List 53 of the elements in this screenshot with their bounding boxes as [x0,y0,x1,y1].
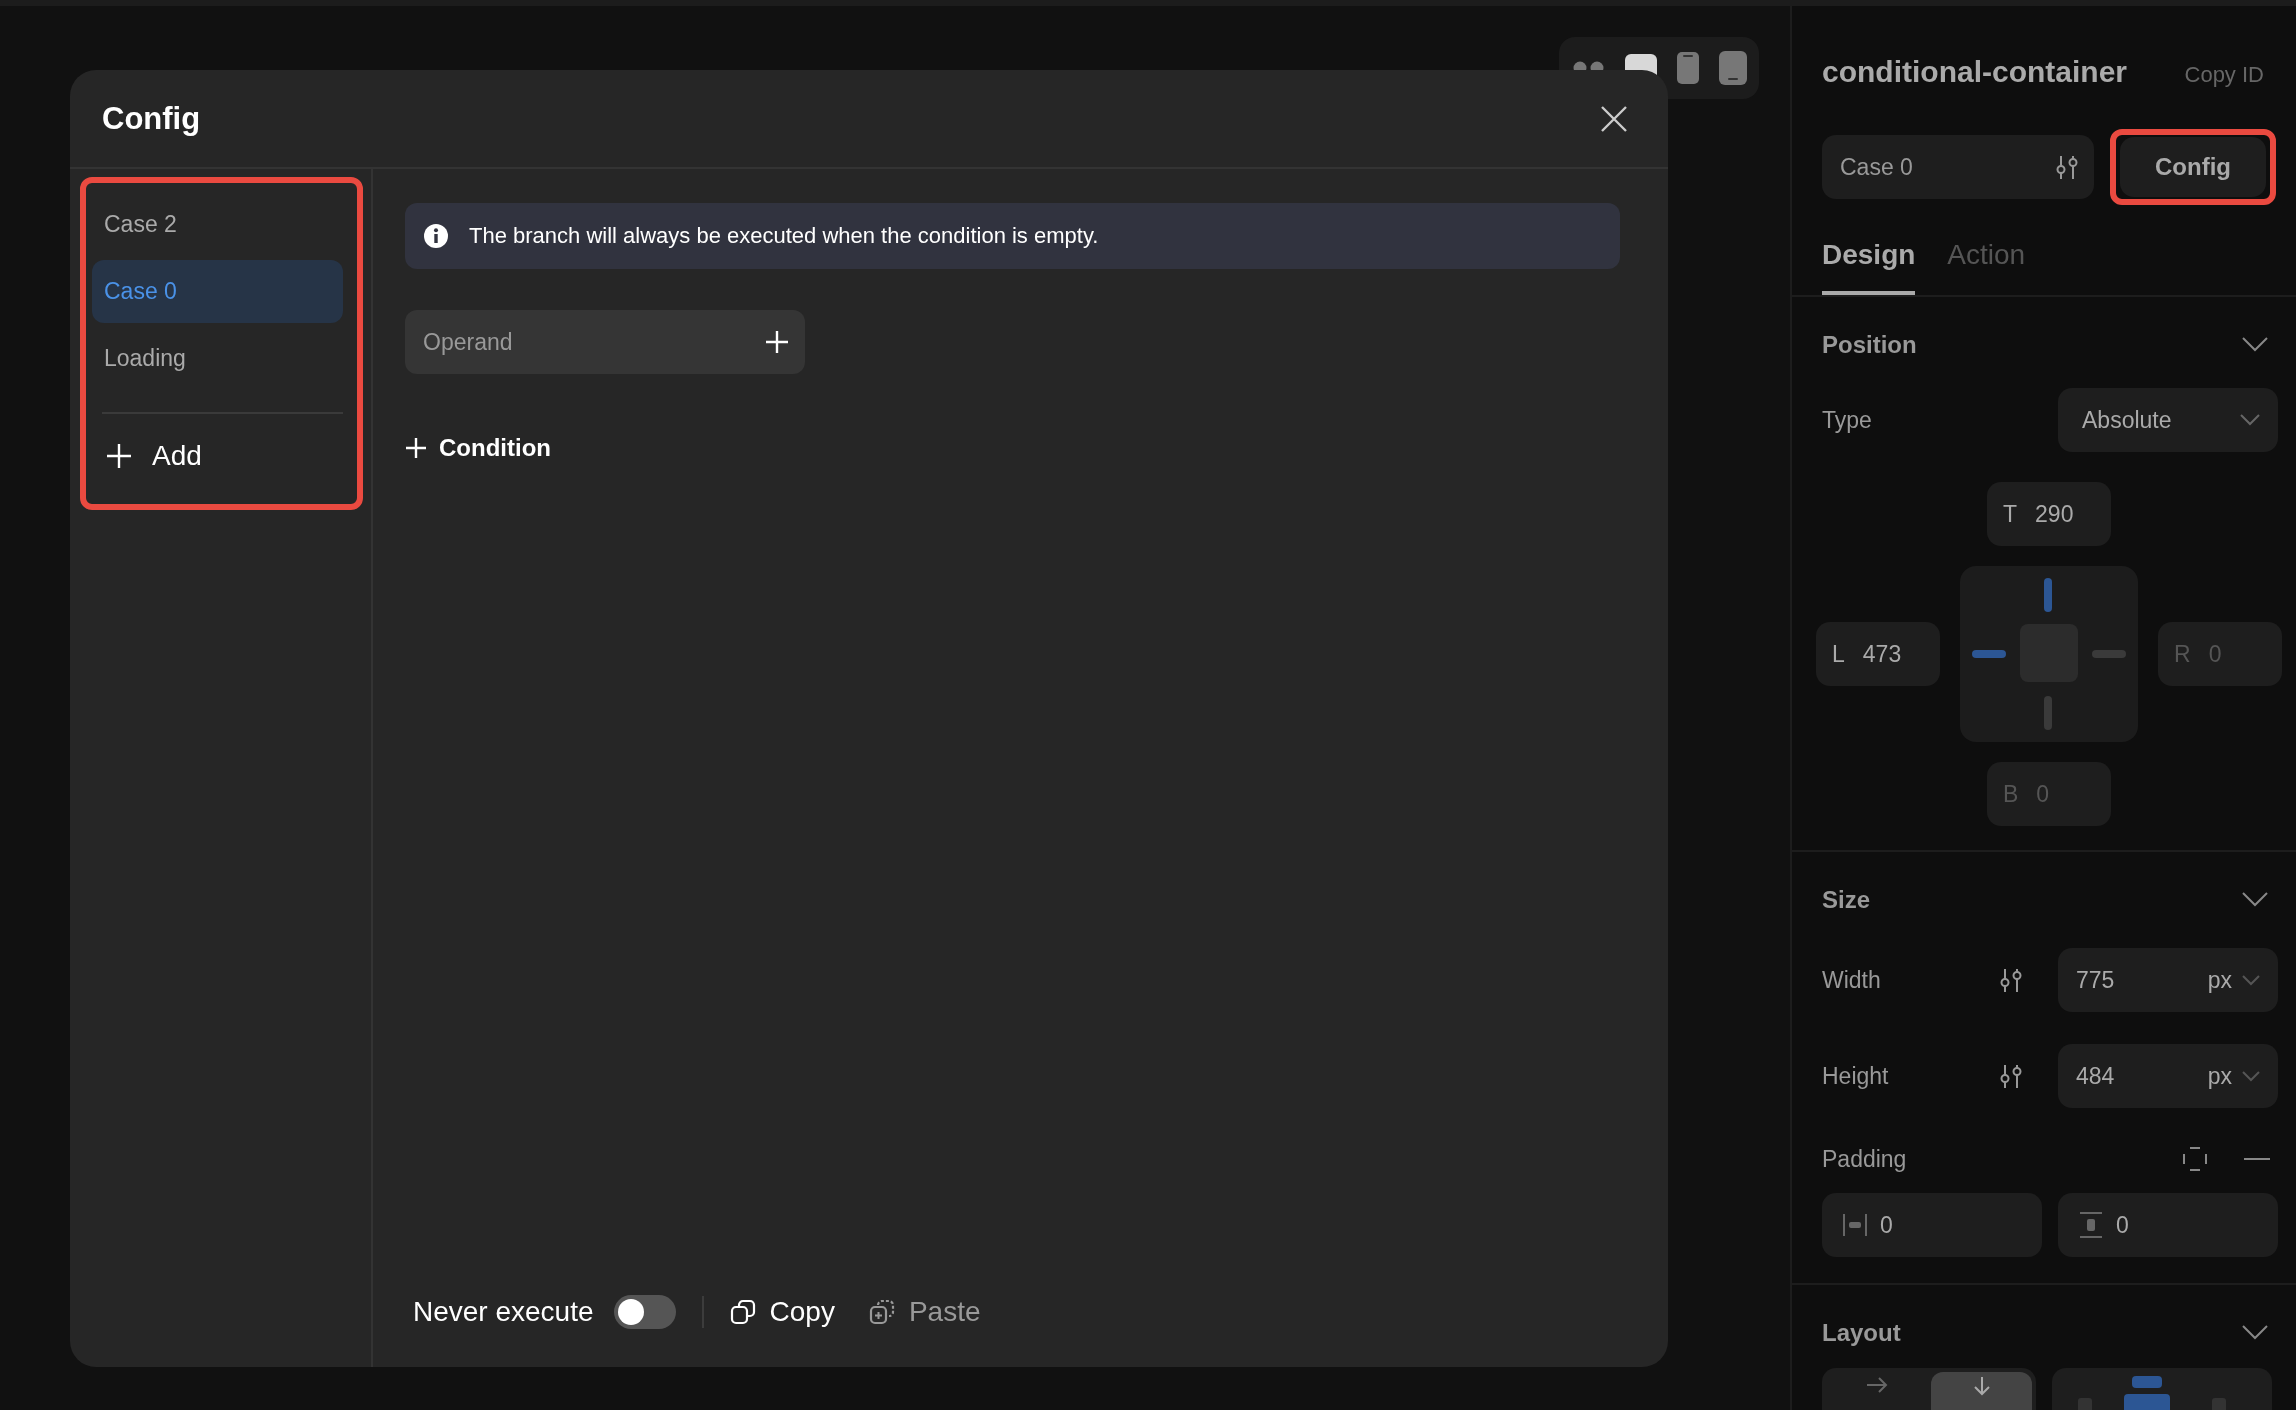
number-field[interactable]: 484 px [2058,1044,2278,1108]
sliders-icon [1998,967,2024,993]
case-item[interactable]: Case 2 [92,193,343,256]
tablet-icon[interactable] [1719,51,1747,85]
chevron-down-icon[interactable] [2242,1325,2268,1340]
add-case-button[interactable]: Add [92,432,216,480]
field-label: Height [1822,1062,1889,1090]
case-item[interactable]: Case 0 [92,260,343,323]
case-item[interactable]: Loading [92,327,343,390]
number-field[interactable]: 775 px [2058,948,2278,1012]
copy-icon [729,1299,756,1325]
config-button[interactable]: Config [2120,137,2266,197]
sliders-icon [2054,154,2080,180]
phone-icon[interactable] [1677,52,1699,84]
paste-icon [868,1299,895,1325]
arrow-right-icon [1865,1376,1888,1394]
section-title: Layout [1822,1318,1901,1347]
padding-all-icon[interactable] [2182,1146,2208,1172]
plus-icon [765,330,789,354]
horizontal-padding-icon [1842,1214,1868,1236]
chevron-down-icon[interactable] [2242,974,2260,986]
field-label: Width [1822,966,1881,994]
tab[interactable]: Design [1822,239,1916,295]
minus-icon[interactable] [2244,1157,2270,1161]
copy-button[interactable]: Copy [729,1296,835,1328]
section-title: Position [1822,330,1917,359]
component-name: conditional-container [1822,55,2127,89]
toggle-label: Never execute [413,1296,594,1328]
plus-icon [405,437,427,459]
chevron-down-icon[interactable] [2242,337,2268,352]
padding-field[interactable]: 0 [1822,1193,2042,1257]
field-label: Padding [1822,1145,1907,1173]
field-label: Type [1822,406,1872,434]
info-text: The branch will always be executed when the condition is empty. [469,223,1099,249]
chevron-down-icon[interactable] [2242,892,2268,907]
offset-field[interactable]: T 290 [1987,482,2111,546]
close-icon[interactable] [1600,104,1628,133]
section-title: Size [1822,885,1871,914]
add-condition-button[interactable]: Condition [405,434,551,462]
dialog-title: Config [102,100,201,137]
operand-field[interactable]: Operand [405,310,805,374]
chevron-down-icon[interactable] [2242,1070,2260,1082]
offset-field[interactable]: L 473 [1816,622,1940,686]
chevron-down-icon[interactable] [2240,414,2260,426]
sliders-icon [1998,1063,2024,1089]
case-select[interactable]: Case 0 [1822,135,2094,199]
arrow-down-icon [1972,1376,1991,1396]
vertical-padding-icon [2078,1212,2104,1238]
type-dropdown[interactable]: Absolute [2058,388,2278,452]
info-icon [423,223,449,249]
padding-field[interactable]: 0 [2058,1193,2278,1257]
plus-icon [106,443,132,469]
never-execute-toggle[interactable] [613,1295,676,1329]
